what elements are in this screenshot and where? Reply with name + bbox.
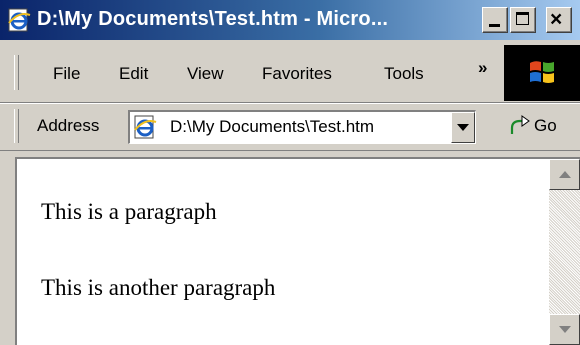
- menu-item-view[interactable]: View: [187, 64, 224, 84]
- go-label: Go: [534, 116, 557, 135]
- ie-page-icon: [134, 115, 157, 139]
- close-icon: ×: [550, 8, 563, 31]
- menu-bar-grip[interactable]: [14, 55, 19, 90]
- activity-throbber: [504, 45, 580, 101]
- menu-item-tools[interactable]: Tools: [384, 64, 424, 84]
- scroll-down-button[interactable]: [549, 314, 580, 345]
- minimize-button[interactable]: [482, 7, 508, 33]
- address-bar-grip[interactable]: [14, 109, 19, 143]
- go-arrow-icon: [510, 115, 530, 134]
- menu-item-edit[interactable]: Edit: [119, 64, 148, 84]
- windows-logo-icon: [530, 61, 554, 83]
- page-viewport: This is a paragraph This is another para…: [15, 157, 580, 345]
- menu-item-favorites[interactable]: Favorites: [262, 64, 332, 84]
- address-label: Address: [37, 116, 100, 135]
- chevron-up-icon: [559, 171, 571, 178]
- browser-window: D:\My Documents\Test.htm - Micro... × Fi…: [0, 0, 580, 345]
- address-bar: Address D:\My Documents\Test.htm Go: [0, 103, 580, 151]
- vertical-scrollbar[interactable]: [549, 159, 580, 345]
- paragraph: This is another paragraph: [41, 275, 276, 300]
- ie-page-icon[interactable]: [6, 7, 32, 33]
- page-content: This is a paragraph This is another para…: [17, 159, 547, 345]
- paragraph: This is a paragraph: [41, 199, 217, 224]
- menu-bar: File Edit View Favorites Tools »: [0, 40, 580, 103]
- close-button[interactable]: ×: [546, 7, 572, 33]
- minimize-icon: [489, 24, 500, 27]
- scroll-up-button[interactable]: [549, 159, 580, 190]
- maximize-icon: [516, 12, 529, 25]
- maximize-button[interactable]: [510, 7, 536, 33]
- window-title: D:\My Documents\Test.htm - Micro...: [37, 8, 389, 30]
- address-dropdown-button[interactable]: [451, 112, 475, 143]
- address-value: D:\My Documents\Test.htm: [170, 117, 375, 136]
- title-bar[interactable]: D:\My Documents\Test.htm - Micro... ×: [0, 0, 580, 40]
- chevron-down-icon: [457, 124, 469, 131]
- menu-item-file[interactable]: File: [53, 64, 80, 84]
- more-menus-chevron-icon[interactable]: »: [478, 58, 487, 78]
- go-button[interactable]: Go: [505, 112, 575, 142]
- chevron-down-icon: [559, 326, 571, 333]
- address-input[interactable]: D:\My Documents\Test.htm: [128, 110, 476, 144]
